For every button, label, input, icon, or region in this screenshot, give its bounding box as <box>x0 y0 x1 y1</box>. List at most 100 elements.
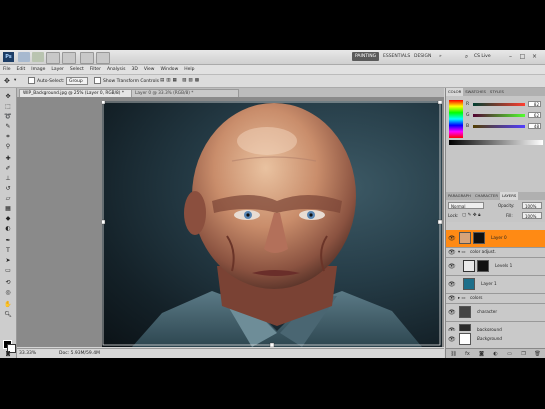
auto-select-dropdown[interactable]: Group <box>66 77 88 85</box>
group-toggle-icon[interactable]: ▾ ▭ <box>458 248 465 256</box>
marquee-tool-icon[interactable]: ⬚ <box>3 102 13 111</box>
layer-row-group-colors[interactable]: 👁︎ ▸ ▭ colors <box>446 294 545 304</box>
type-tool-icon[interactable]: T <box>3 246 13 255</box>
new-group-icon[interactable]: ▭ <box>506 351 513 357</box>
minibridge-button[interactable] <box>32 52 44 62</box>
search-icon[interactable]: ⌕ <box>462 52 471 61</box>
layer-row-background[interactable]: 👁︎ Background <box>446 331 545 349</box>
healing-brush-icon[interactable]: ✚ <box>3 154 13 163</box>
cs-live-button[interactable]: CS Live <box>474 52 491 61</box>
history-brush-icon[interactable]: ↺ <box>3 184 13 193</box>
zoom-tool-icon[interactable]: 🔍︎ <box>3 310 13 319</box>
menu-window[interactable]: Window <box>158 65 182 74</box>
fill-field[interactable]: 100% <box>522 212 542 219</box>
tab-color[interactable]: COLOR <box>446 88 464 96</box>
red-slider[interactable]: R 82 <box>466 101 544 108</box>
workspace-painting[interactable]: PAINTING <box>352 52 380 61</box>
menu-select[interactable]: Select <box>67 65 87 74</box>
blue-slider[interactable]: B 48 <box>466 123 544 130</box>
3d-rotate-tool-icon[interactable]: ⟲ <box>3 278 13 287</box>
eye-icon[interactable]: 👁︎ <box>448 235 456 242</box>
grayscale-ramp[interactable] <box>449 140 543 145</box>
dodge-tool-icon[interactable]: ◐ <box>3 224 13 233</box>
group-toggle-icon[interactable]: ▸ ▭ <box>458 294 465 302</box>
menu-edit[interactable]: Edit <box>14 65 29 74</box>
brush-tool-icon[interactable]: ✐ <box>3 164 13 173</box>
eye-icon[interactable]: 👁︎ <box>448 295 456 302</box>
lasso-tool-icon[interactable]: ➰ <box>3 112 13 121</box>
arrange-documents-button[interactable] <box>80 52 94 64</box>
opacity-field[interactable]: 100% <box>522 202 542 209</box>
green-track[interactable] <box>473 114 525 117</box>
eye-icon[interactable]: 👁︎ <box>448 249 456 256</box>
menu-layer[interactable]: Layer <box>48 65 67 74</box>
blue-value[interactable]: 48 <box>528 123 541 129</box>
layer-mask-thumbnail[interactable] <box>477 260 489 272</box>
eraser-tool-icon[interactable]: ▱ <box>3 194 13 203</box>
color-spectrum[interactable] <box>449 100 463 138</box>
zoom-level-button[interactable] <box>46 52 60 64</box>
layer-style-icon[interactable]: fx <box>464 351 471 357</box>
move-tool-icon[interactable]: ✥ <box>3 92 13 101</box>
show-transform-checkbox[interactable]: Show Transform Controls <box>94 77 159 85</box>
eyedropper-tool-icon[interactable]: ⚲ <box>3 142 13 151</box>
menu-file[interactable]: File <box>0 65 14 74</box>
hand-tool-button[interactable] <box>62 52 76 64</box>
auto-select-checkbox[interactable]: Auto-Select: <box>28 77 65 85</box>
workspace-essentials[interactable]: ESSENTIALS <box>380 52 413 61</box>
layer-row-levels-1[interactable]: 👁︎ Levels 1 <box>446 258 545 276</box>
gradient-tool-icon[interactable]: ▦ <box>3 204 13 213</box>
tool-preset-dropdown[interactable]: ▾ <box>14 77 16 85</box>
clone-stamp-icon[interactable]: ⊥ <box>3 174 13 183</box>
crop-tool-icon[interactable]: ⌗ <box>3 132 13 141</box>
shape-tool-icon[interactable]: ▭ <box>3 266 13 275</box>
add-mask-icon[interactable]: ◙ <box>478 351 485 357</box>
move-tool-icon[interactable]: ✥ <box>4 77 10 85</box>
document-info[interactable]: Doc: 5.93M/59.4M <box>59 350 100 358</box>
blend-mode-dropdown[interactable]: Normal <box>448 202 484 209</box>
layer-row-character[interactable]: 👁︎ character <box>446 304 545 322</box>
quick-mask-icon[interactable]: ◙ <box>3 350 13 358</box>
workspace-design[interactable]: DESIGN <box>411 52 434 61</box>
close-icon[interactable]: × <box>530 52 539 61</box>
tab-styles[interactable]: STYLES <box>488 88 506 96</box>
eye-icon[interactable]: 👁︎ <box>448 263 456 270</box>
minimize-icon[interactable]: – <box>506 52 515 61</box>
canvas-area[interactable] <box>17 97 444 347</box>
artwork-canvas[interactable] <box>102 101 442 347</box>
link-layers-icon[interactable]: ⛓ <box>450 351 457 357</box>
green-value[interactable]: 62 <box>528 112 541 118</box>
workspace-more[interactable]: » <box>436 52 445 61</box>
zoom-level-field[interactable]: 33.33% <box>19 350 36 358</box>
lock-icons[interactable]: ▢ ✎ ✥ 🔒︎ <box>462 212 480 219</box>
adjustment-layer-icon[interactable]: ◐ <box>492 351 499 357</box>
eye-icon[interactable]: 👁︎ <box>448 336 456 343</box>
layer-row-layer-1[interactable]: 👁︎ Layer 1 <box>446 276 545 294</box>
tab-layers[interactable]: LAYERS <box>499 192 519 200</box>
menu-view[interactable]: View <box>141 65 158 74</box>
menu-filter[interactable]: Filter <box>87 65 104 74</box>
layer-row-group-color-adjust[interactable]: 👁︎ ▾ ▭ color adjust. <box>446 248 545 258</box>
red-track[interactable] <box>473 103 525 106</box>
3d-orbit-tool-icon[interactable]: ◎ <box>3 288 13 297</box>
layer-row-layer-0[interactable]: 👁︎ Layer 0 <box>446 230 545 248</box>
bridge-button[interactable] <box>18 52 30 62</box>
layer-mask-thumbnail[interactable] <box>473 232 485 244</box>
tab-paragraph[interactable]: PARAGRAPH <box>446 192 473 200</box>
new-layer-icon[interactable]: ❐ <box>520 351 527 357</box>
maximize-icon[interactable]: □ <box>518 52 527 61</box>
blur-tool-icon[interactable]: ◆ <box>3 214 13 223</box>
menu-analysis[interactable]: Analysis <box>104 65 129 74</box>
menu-3d[interactable]: 3D <box>128 65 140 74</box>
blue-track[interactable] <box>473 125 525 128</box>
tab-character[interactable]: CHARACTER <box>473 192 500 200</box>
trash-icon[interactable]: 🗑︎ <box>534 351 541 357</box>
screen-mode-button[interactable] <box>96 52 110 64</box>
menu-help[interactable]: Help <box>181 65 197 74</box>
eye-icon[interactable]: 👁︎ <box>448 309 456 316</box>
hand-tool-icon[interactable]: ✋ <box>3 300 13 309</box>
tab-swatches[interactable]: SWATCHES <box>463 88 488 96</box>
path-select-tool-icon[interactable]: ➤ <box>3 256 13 265</box>
align-buttons[interactable]: ▤▥▦ ▧▨▩ <box>160 77 201 85</box>
eye-icon[interactable]: 👁︎ <box>448 281 456 288</box>
